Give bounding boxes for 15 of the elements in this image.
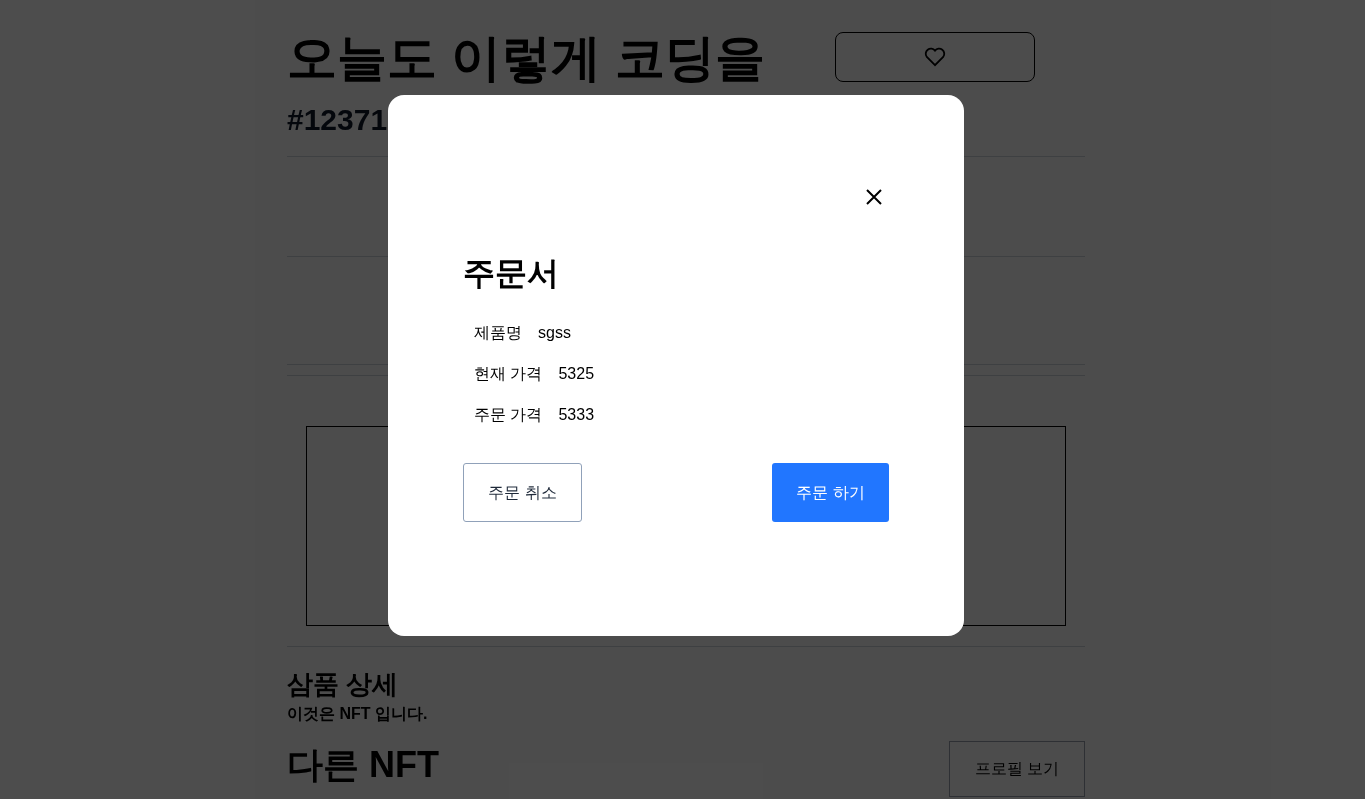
- cancel-button[interactable]: 주문 취소: [463, 463, 582, 522]
- field-value: 5325: [558, 364, 595, 384]
- dialog-title: 주문서: [463, 254, 560, 293]
- field-label: 현재 가격: [474, 364, 543, 384]
- field-label: 제품명: [474, 323, 522, 343]
- page-title: 오늘도 이렇게 코딩을: [287, 29, 765, 88]
- field-value: sgss: [538, 323, 571, 343]
- section-heading: 삼품 상세: [287, 668, 400, 701]
- section-heading: 다른 NFT: [287, 743, 439, 787]
- description-text: 이것은 NFT 입니다.: [287, 704, 429, 724]
- close-icon: [866, 189, 882, 205]
- field-value: 5333: [558, 405, 595, 425]
- token-id: #12371: [287, 102, 388, 138]
- submit-button[interactable]: 주문 하기: [772, 463, 889, 522]
- field-label: 주문 가격: [474, 405, 543, 425]
